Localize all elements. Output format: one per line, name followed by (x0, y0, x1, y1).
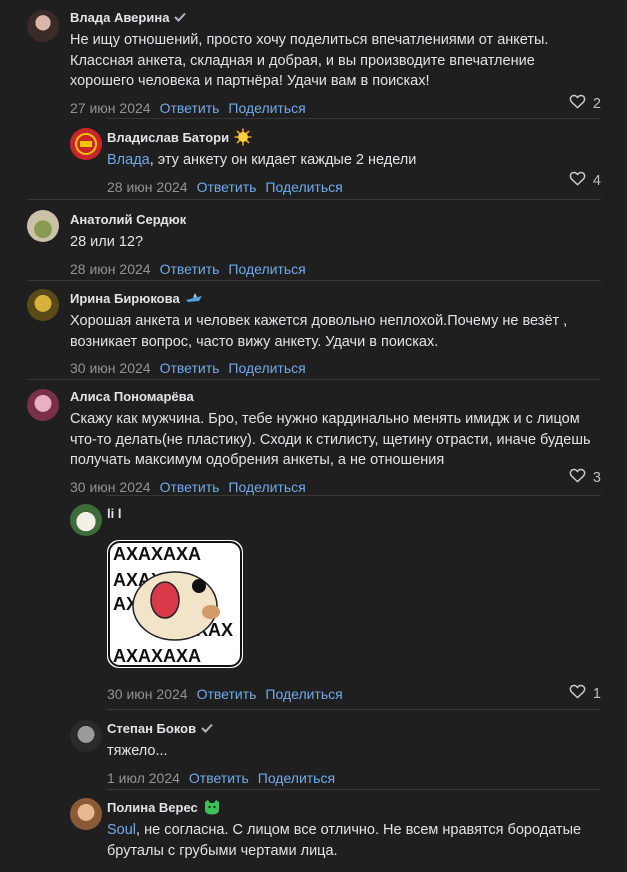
comment-date[interactable]: 30 июн 2024 (70, 479, 151, 495)
divider (106, 789, 601, 790)
mention-link[interactable]: Влада (107, 152, 150, 168)
divider (27, 379, 601, 380)
author-name[interactable]: Алиса Пономарёва (70, 389, 194, 404)
reply-button[interactable]: Ответить (197, 686, 257, 702)
comment-meta: 30 июн 2024 Ответить Поделиться (70, 477, 601, 497)
divider (106, 118, 601, 119)
comment-date[interactable]: 30 июн 2024 (107, 686, 188, 702)
comment-date[interactable]: 28 июн 2024 (70, 261, 151, 277)
avatar[interactable] (27, 289, 59, 321)
comment-text: Хорошая анкета и человек кажется довольн… (70, 313, 568, 350)
comment-meta: 28 июн 2024 Ответить Поделиться (70, 259, 601, 279)
heart-icon (569, 171, 586, 190)
share-button[interactable]: Поделиться (228, 100, 305, 116)
laughing-cat-sticker[interactable]: АХАХАХА АХАХАХА АХАХ АХАХ АХАХ (107, 540, 243, 668)
heart-icon (569, 468, 586, 487)
comment-text: Soul, не согласна. С лицом все отлично. … (107, 820, 601, 861)
ship-icon (185, 292, 203, 304)
like-button[interactable]: 3 (569, 468, 601, 487)
avatar[interactable] (70, 504, 102, 536)
reply-button[interactable]: Ответить (160, 261, 220, 277)
reply-button[interactable]: Ответить (160, 479, 220, 495)
avatar[interactable] (27, 210, 59, 242)
comment-meta: 30 июн 2024 Ответить Поделиться (70, 358, 601, 378)
like-button[interactable]: 2 (569, 94, 601, 113)
comment-meta: 1 июл 2024 Ответить Поделиться (107, 768, 601, 788)
sticker-image: АХАХАХА АХАХАХА АХАХ АХАХ АХАХ (108, 541, 242, 667)
comment-author: li l (107, 504, 601, 522)
comment-text: Влада, эту анкету он кидает каждые 2 нед… (107, 150, 601, 171)
author-name[interactable]: Анатолий Сердюк (70, 212, 186, 227)
heart-icon (569, 684, 586, 703)
divider (27, 280, 601, 281)
like-button[interactable]: 4 (569, 171, 601, 190)
comment-date[interactable]: 28 июн 2024 (107, 179, 188, 195)
like-count: 3 (592, 469, 601, 486)
comment-meta: 27 июн 2024 Ответить Поделиться (70, 98, 601, 118)
comment-author: Алиса Пономарёва (70, 387, 601, 405)
comment-author: Анатолий Сердюк (70, 210, 601, 228)
comment-meta: 30 июн 2024 Ответить Поделиться (107, 684, 601, 704)
author-name[interactable]: Полина Верес (107, 800, 198, 815)
comment-author: Ирина Бирюкова (70, 289, 601, 307)
verified-icon (174, 12, 187, 22)
author-name[interactable]: Влада Аверина (70, 10, 169, 25)
avatar[interactable] (27, 389, 59, 421)
share-button[interactable]: Поделиться (258, 770, 335, 786)
divider (106, 709, 601, 710)
avatar[interactable] (27, 10, 59, 42)
share-button[interactable]: Поделиться (265, 686, 342, 702)
comment-text: тяжело... (107, 743, 168, 759)
comments-feed: Влада Аверина Не ищу отношений, просто х… (0, 0, 627, 872)
sun-icon (234, 128, 252, 146)
author-name[interactable]: Степан Боков (107, 721, 196, 736)
comment-date[interactable]: 30 июн 2024 (70, 360, 151, 376)
like-count: 2 (592, 95, 601, 112)
comment-meta: 28 июн 2024 Ответить Поделиться (107, 177, 601, 197)
reply-button[interactable]: Ответить (160, 360, 220, 376)
comment-author: Полина Верес (107, 798, 601, 816)
avatar[interactable] (70, 720, 102, 752)
divider (27, 199, 601, 200)
comment-date[interactable]: 1 июл 2024 (107, 770, 180, 786)
comment-text: 28 или 12? (70, 234, 144, 250)
comment-text-body: , эту анкету он кидает каждые 2 недели (149, 152, 417, 168)
share-button[interactable]: Поделиться (228, 360, 305, 376)
share-button[interactable]: Поделиться (265, 179, 342, 195)
mention-link[interactable]: Soul (107, 822, 136, 838)
author-name[interactable]: li l (107, 506, 121, 521)
author-name[interactable]: Владислав Батори (107, 130, 229, 145)
like-count: 1 (592, 685, 601, 702)
reply-button[interactable]: Ответить (160, 100, 220, 116)
verified-icon (201, 723, 213, 733)
like-count: 4 (592, 172, 601, 189)
comment-author: Влада Аверина (70, 8, 601, 26)
divider (106, 495, 601, 496)
sticker-text-line: АХАХАХА (113, 544, 201, 564)
share-button[interactable]: Поделиться (228, 261, 305, 277)
comment-text-body: , не согласна. С лицом все отлично. Не в… (107, 822, 582, 859)
heart-icon (569, 94, 586, 113)
emblem-icon (70, 128, 102, 160)
author-name[interactable]: Ирина Бирюкова (70, 291, 180, 306)
comment-text: Скажу как мужчина. Бро, тебе нужно карди… (70, 411, 591, 468)
avatar[interactable] (70, 128, 102, 160)
comment-date[interactable]: 27 июн 2024 (70, 100, 151, 116)
green-cat-icon (203, 799, 221, 815)
like-button[interactable]: 1 (569, 684, 601, 703)
comment-author: Владислав Батори (107, 128, 601, 146)
reply-button[interactable]: Ответить (197, 179, 257, 195)
reply-button[interactable]: Ответить (189, 770, 249, 786)
comment-author: Степан Боков (107, 719, 601, 737)
avatar[interactable] (70, 798, 102, 830)
comment-text: Не ищу отношений, просто хочу поделиться… (70, 32, 549, 89)
share-button[interactable]: Поделиться (228, 479, 305, 495)
sticker-text-line: АХАХАХА (113, 646, 201, 666)
